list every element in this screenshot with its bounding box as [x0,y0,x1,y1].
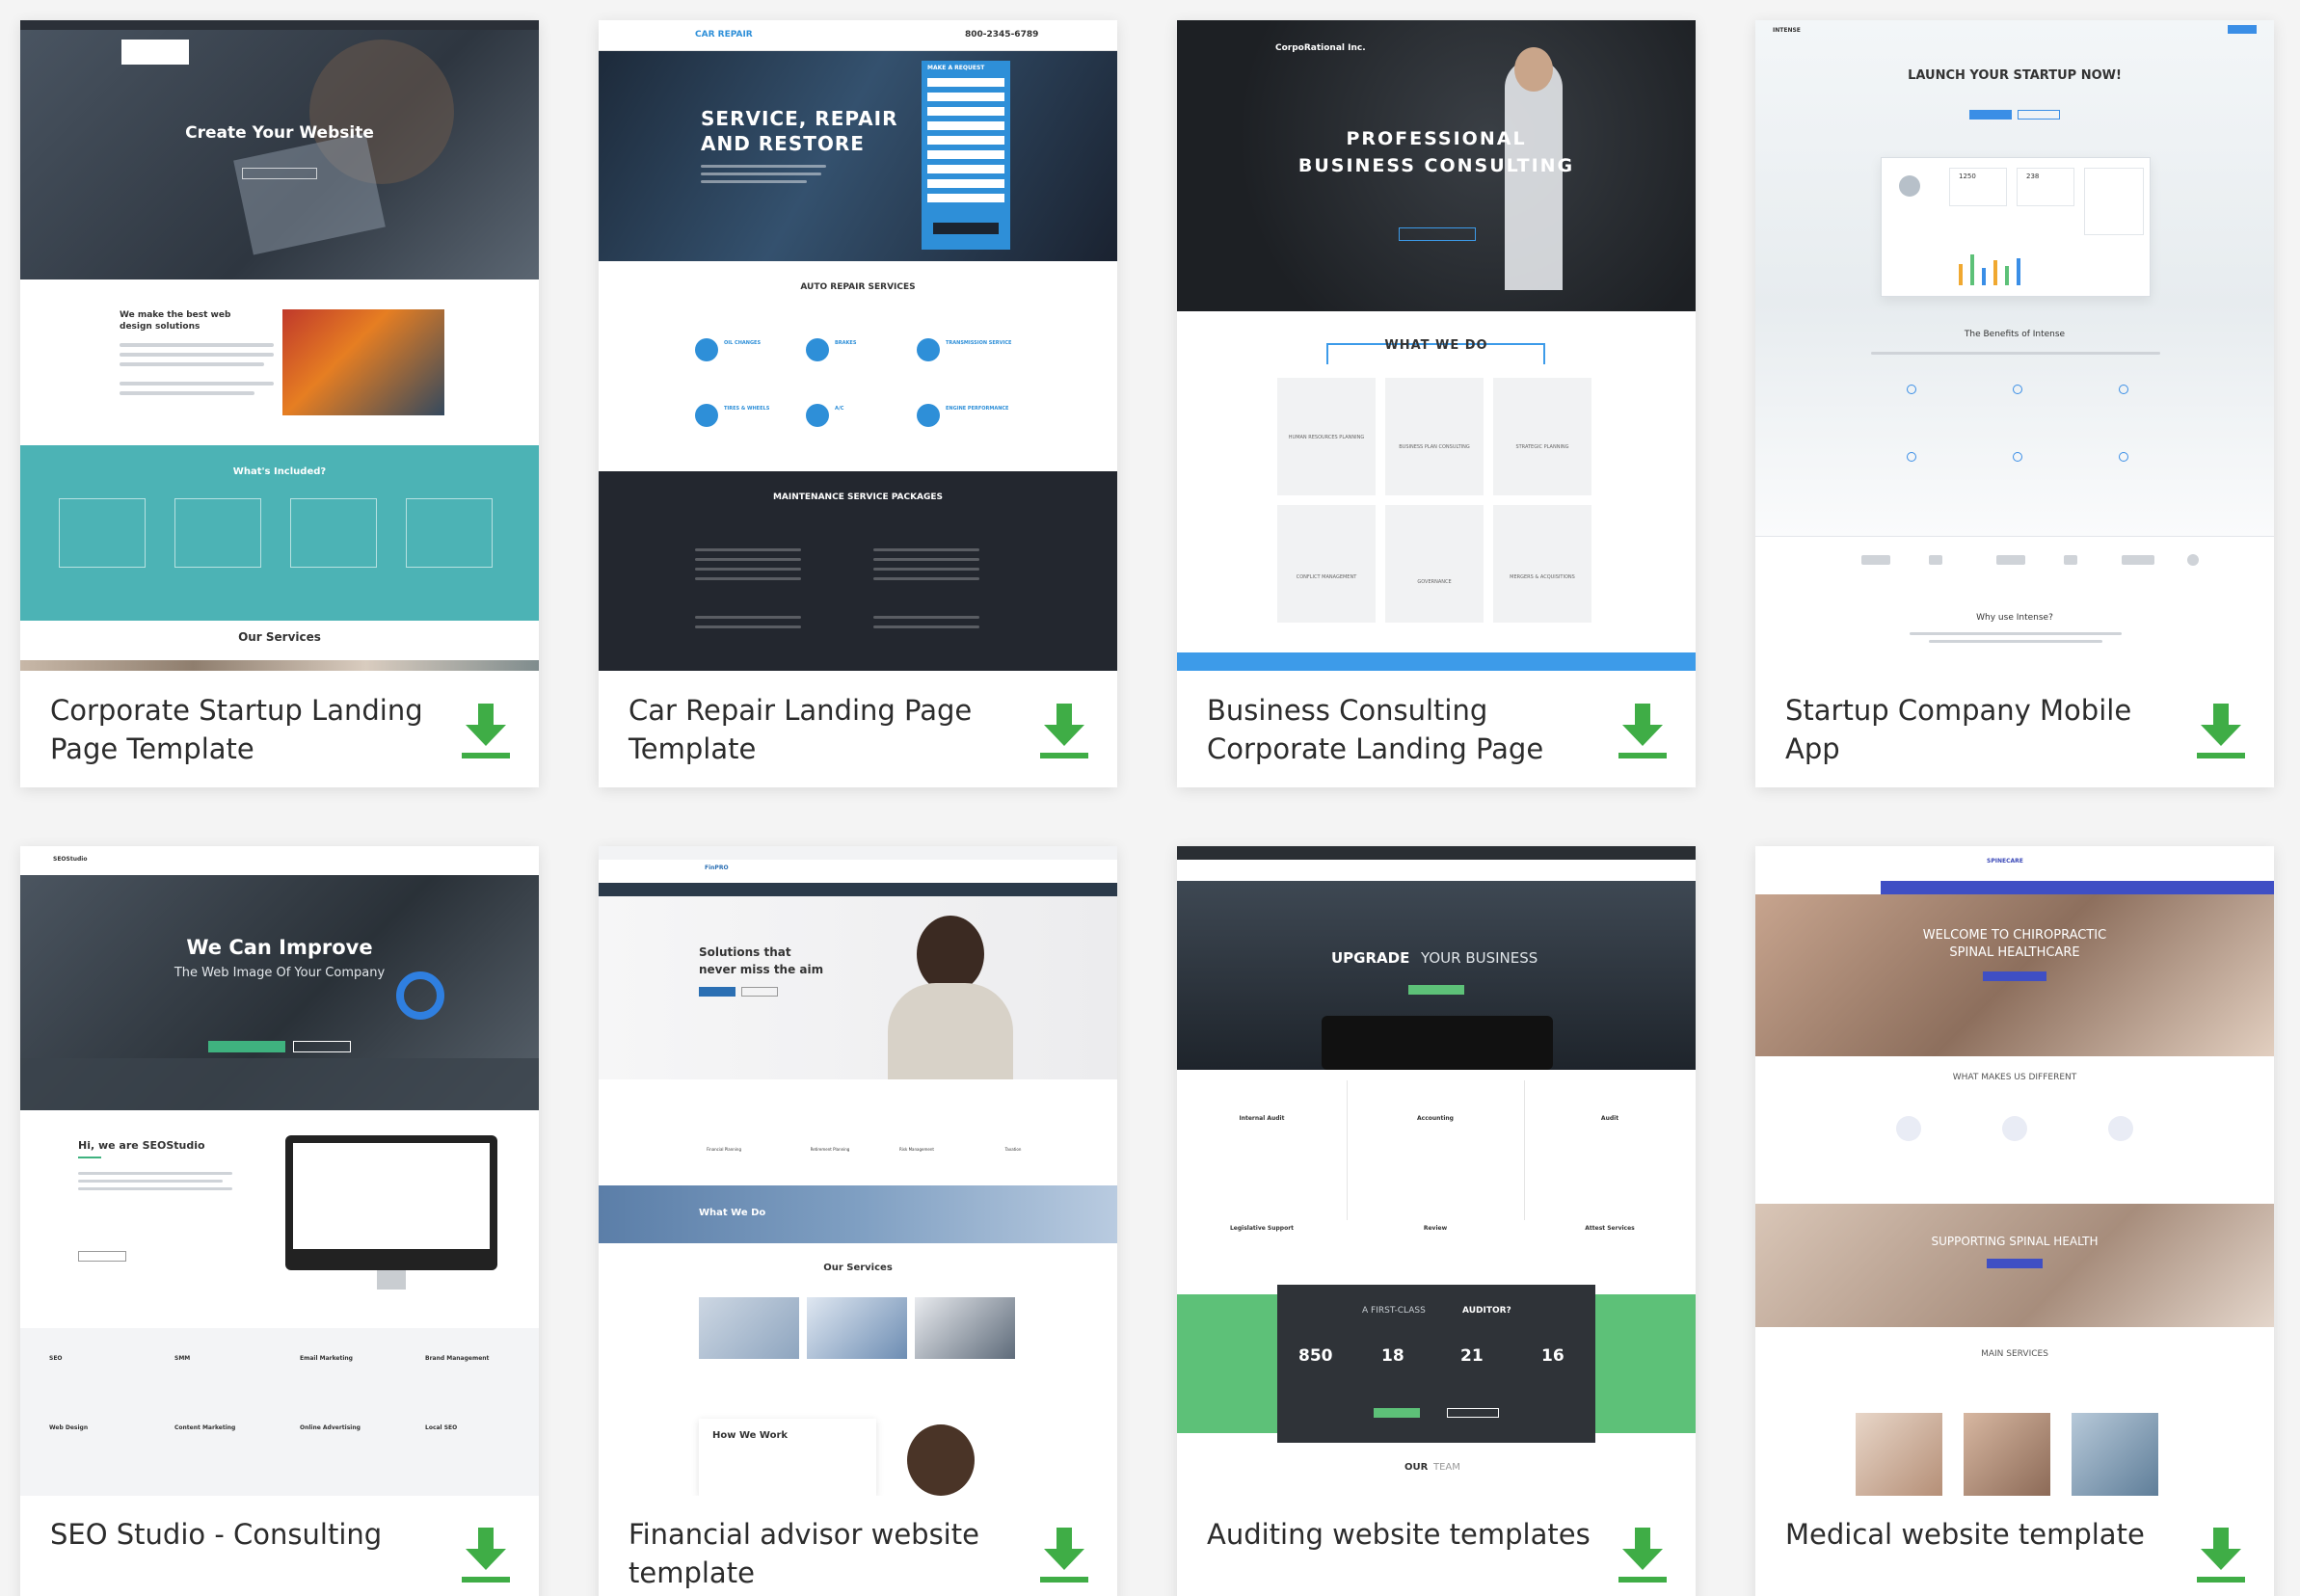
packages-section: MAINTENANCE SERVICE PACKAGES [599,471,1117,671]
template-title[interactable]: Startup Company Mobile App [1785,691,2171,768]
template-card[interactable]: Create Your Website We make the best web… [20,20,539,787]
hero-title-1: WELCOME TO CHIROPRACTIC [1922,928,2107,943]
template-card[interactable]: SPINECARE WELCOME TO CHIROPRACTIC SPINAL… [1755,846,2274,1596]
template-preview[interactable]: UPGRADE YOUR BUSINESS Internal Audit Acc… [1177,846,1696,1496]
brand-logo: SEOStudio [53,856,88,863]
template-title[interactable]: Auditing website templates [1207,1515,1592,1554]
hero-title: Create Your Website [185,123,374,143]
hero-title-2: SPINAL HEALTHCARE [1949,945,2080,960]
template-card[interactable]: INTENSE LAUNCH YOUR STARTUP NOW! 1250 23… [1755,20,2274,787]
services-heading: AUTO REPAIR SERVICES [800,282,916,292]
diff-heading: WHAT MAKES US DIFFERENT [1952,1073,2077,1082]
section-heading: WHAT WE DO [1384,338,1488,353]
included-section: What's Included? [20,445,539,621]
template-card[interactable]: FinPRO Solutions that never miss the aim… [599,846,1117,1596]
benefits-heading: The Benefits of Intense [1964,330,2066,339]
template-title[interactable]: SEO Studio - Consulting [50,1515,436,1554]
template-preview[interactable]: Create Your Website We make the best web… [20,20,539,671]
download-icon[interactable] [1040,1526,1088,1583]
hero-title-2: The Web Image Of Your Company [174,966,386,980]
how-heading: How We Work [712,1430,789,1441]
template-preview[interactable]: CorpoRational Inc. PROFESSIONAL BUSINESS… [1177,20,1696,671]
hero-title-2: BUSINESS CONSULTING [1297,155,1575,176]
template-preview[interactable]: SEOStudio We Can Improve The Web Image O… [20,846,539,1496]
brand-logo: FinPRO [705,864,729,871]
download-icon[interactable] [1618,1526,1667,1583]
template-preview[interactable]: CAR REPAIR 800-2345-6789 SERVICE, REPAIR… [599,20,1117,671]
template-title[interactable]: Corporate Startup Landing Page Template [50,691,436,768]
monitor-mockup [285,1135,497,1270]
phone-number: 800-2345-6789 [965,30,1039,40]
about-heading: Hi, we are SEOStudio [78,1139,205,1152]
hero-image [599,896,1117,1079]
template-title[interactable]: Business Consulting Corporate Landing Pa… [1207,691,1592,768]
dashboard-mockup: 1250 238 [1881,157,2151,297]
hero-title-2: never miss the aim [699,963,824,976]
download-icon[interactable] [1618,702,1667,759]
download-icon[interactable] [2197,1526,2245,1583]
template-preview[interactable]: INTENSE LAUNCH YOUR STARTUP NOW! 1250 23… [1755,20,2274,671]
band-heading: What We Do [699,1208,766,1218]
hero-title: LAUNCH YOUR STARTUP NOW! [1908,68,2122,83]
hero-title-1: PROFESSIONAL [1346,128,1527,149]
form-heading: MAKE A REQUEST [927,65,985,71]
template-preview[interactable]: FinPRO Solutions that never miss the aim… [599,846,1117,1496]
request-form[interactable]: MAKE A REQUEST [922,61,1010,250]
brand-logo: CorpoRational Inc. [1275,43,1366,53]
hero-title-1: We Can Improve [186,936,373,959]
hero-title-1: SERVICE, REPAIR [701,107,898,130]
template-card[interactable]: CAR REPAIR 800-2345-6789 SERVICE, REPAIR… [599,20,1117,787]
hero-image [1177,881,1696,1070]
hero-title-2: AND RESTORE [701,132,865,155]
hero-title-1: Solutions that [699,945,791,959]
template-title[interactable]: Financial advisor website template [628,1515,1014,1592]
hero-image [20,20,539,279]
about-heading: We make the best web design solutions [120,310,231,332]
brand-logo: CAR REPAIR [695,30,753,40]
hero-title-bold: UPGRADE [1331,949,1410,967]
hero-title-light: YOUR BUSINESS [1421,949,1538,967]
template-card[interactable]: UPGRADE YOUR BUSINESS Internal Audit Acc… [1177,846,1696,1596]
included-heading: What's Included? [232,466,327,477]
template-preview[interactable]: SPINECARE WELCOME TO CHIROPRACTIC SPINAL… [1755,846,2274,1496]
hero-image [599,51,1117,261]
services-heading: Our Services [823,1263,893,1273]
template-card[interactable]: SEOStudio We Can Improve The Web Image O… [20,846,539,1596]
download-icon[interactable] [462,1526,510,1583]
team-photo [282,309,444,415]
brand-logo: INTENSE [1773,27,1801,34]
download-icon[interactable] [2197,702,2245,759]
template-card[interactable]: CorpoRational Inc. PROFESSIONAL BUSINESS… [1177,20,1696,787]
brand-logo: SPINECARE [1987,858,2023,864]
download-icon[interactable] [1040,702,1088,759]
services-heading: Our Services [238,630,321,644]
packages-heading: MAINTENANCE SERVICE PACKAGES [772,492,944,502]
hero-image [20,875,539,1110]
band-heading: SUPPORTING SPINAL HEALTH [1931,1235,2099,1248]
why-heading: Why use Intense? [1976,613,2053,623]
download-icon[interactable] [462,702,510,759]
template-title[interactable]: Medical website template [1785,1515,2171,1554]
stats-panel: A FIRST-CLASS AUDITOR? 850 18 21 16 [1277,1285,1595,1443]
services-heading: MAIN SERVICES [1981,1349,2048,1359]
template-title[interactable]: Car Repair Landing Page Template [628,691,1014,768]
